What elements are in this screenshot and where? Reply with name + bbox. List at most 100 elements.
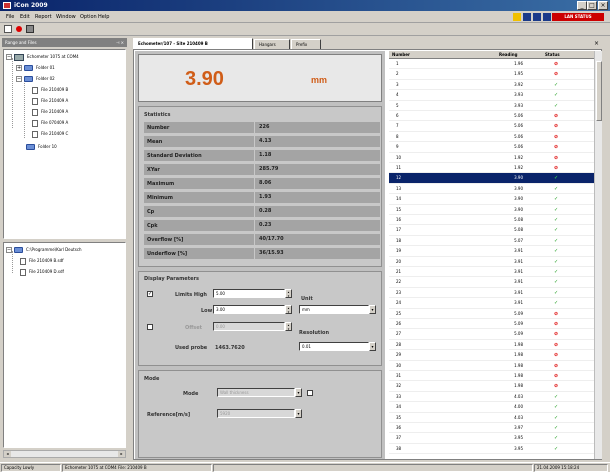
table-row[interactable]: 22 3.91 ✓ [389,277,594,288]
table-row[interactable]: 3 3.92 ✓ [389,80,594,91]
pin-icon[interactable]: ⊣ × [116,38,124,47]
close-tab-icon[interactable]: × [594,40,599,47]
table-row[interactable]: 34 4.00 ✓ [389,402,594,413]
table-row[interactable]: 18 5.07 ✓ [389,236,594,247]
resolution-select[interactable]: 0.01 [299,342,369,351]
tab-echometer[interactable]: Echometer/107 - Site 210409 B [133,38,253,49]
table-row[interactable]: 4 3.93 ✓ [389,90,594,101]
table-row[interactable]: 20 3.91 ✓ [389,257,594,267]
reference-dropdown-icon[interactable]: ▾ [295,409,302,418]
mode-dropdown-icon[interactable]: ▾ [295,388,302,397]
col-number[interactable]: Number [392,52,410,57]
new-icon[interactable] [4,25,12,33]
table-row[interactable]: 16 5.08 ✓ [389,215,594,226]
limits-high-input[interactable]: 5.00 [213,289,285,298]
tree-file[interactable]: File 210409 C [32,129,68,138]
row-number: 5 [396,102,399,108]
unit-dropdown-icon[interactable]: ▾ [369,305,376,314]
mode-heading: Mode [144,376,160,382]
minimize-button[interactable]: _ [577,1,587,10]
table-row[interactable]: 7 5.06 ⊘ [389,121,594,132]
tree-file[interactable]: File 210409 B [32,85,68,94]
scroll-left-icon[interactable]: ◂ [4,451,11,457]
tree-file[interactable]: File 210409 A [32,107,68,116]
table-row[interactable]: 21 3.91 ✓ [389,267,594,278]
menu-help[interactable]: Help [98,14,109,20]
horizontal-scrollbar[interactable]: ◂ ▸ [3,450,126,458]
tree-file[interactable]: File 210409 D.sdf [20,267,64,276]
resolution-dropdown-icon[interactable]: ▾ [369,342,376,351]
tree-folder-10[interactable]: Folder 10 [26,142,57,151]
table-row[interactable]: 38 3.95 ✓ [389,444,594,455]
tab-hangars[interactable]: Hangars [254,39,290,49]
low-input[interactable]: 3.00 [213,305,285,314]
tree-file[interactable]: File 210409 A [32,96,68,105]
tab-prefix[interactable]: Prefix [291,39,321,49]
menu-window[interactable]: Window [56,14,76,20]
table-row[interactable]: 32 1.98 ⊘ [389,381,594,392]
table-row[interactable]: 13 3.90 ✓ [389,184,594,195]
menu-report[interactable]: Report [35,14,52,20]
table-row[interactable]: 35 4.03 ✓ [389,413,594,423]
col-status[interactable]: Status [545,52,560,57]
scroll-right-icon[interactable]: ▸ [118,451,125,457]
stop-icon[interactable] [16,26,22,32]
tree-folder-01[interactable]: + Folder 01 [16,63,55,72]
tree-file[interactable]: File 070409 A [32,118,68,127]
table-row[interactable]: 8 5.06 ⊘ [389,132,594,143]
table-row[interactable]: 11 1.92 ⊘ [389,163,594,174]
row-number: 31 [396,373,402,378]
scroll-thumb[interactable] [596,61,602,121]
unit-select[interactable]: mm [299,305,369,314]
menu-option[interactable]: Option [80,14,97,20]
limits-checkbox[interactable]: ✓ [147,291,153,297]
limits-high-spinner[interactable]: ▴ ▾ [285,289,292,298]
menu-edit[interactable]: Edit [20,14,30,20]
table-row[interactable]: 36 3.97 ✓ [389,423,594,434]
status-datetime: 21.04.2009 15:18:24 [534,464,608,472]
maximize-button[interactable]: □ [587,1,597,10]
mode-option-checkbox[interactable] [307,390,313,396]
offset-spinner[interactable]: ▴ ▾ [285,322,292,331]
close-window-button[interactable]: × [598,1,608,10]
offset-checkbox[interactable] [147,324,153,330]
table-row[interactable]: 10 1.92 ⊘ [389,153,594,163]
row-number: 3 [396,81,399,87]
mode-select[interactable]: Wall thickness [217,388,295,397]
table-row[interactable]: 24 3.91 ✓ [389,298,594,309]
table-row[interactable]: 14 3.90 ✓ [389,194,594,205]
table-row[interactable]: 28 1.98 ⊘ [389,340,594,351]
tree-root-device[interactable]: − Echometer 1075 at COM4 [6,52,79,61]
vertical-scrollbar[interactable] [594,51,602,459]
table-row[interactable]: 33 4.03 ✓ [389,392,594,403]
low-spinner[interactable]: ▴ ▾ [285,305,292,314]
offset-input[interactable]: 0.00 [213,322,285,331]
check-icon: ✓ [554,196,559,203]
table-row[interactable]: 12 3.90 ✓ [389,173,594,184]
table-row[interactable]: 37 3.95 ✓ [389,433,594,444]
tree-folder-02[interactable]: − Folder 02 [16,74,55,83]
print-icon[interactable] [26,25,34,33]
col-reading[interactable]: Reading [499,52,517,57]
table-row[interactable]: 29 1.98 ⊘ [389,350,594,361]
table-row[interactable]: 19 3.91 ✓ [389,246,594,257]
table-row[interactable]: 27 5.09 ⊘ [389,329,594,340]
tree-file[interactable]: File 210409 B.sdf [20,256,64,265]
table-row[interactable]: 30 1.98 ⊘ [389,361,594,371]
table-row[interactable]: 31 1.98 ⊘ [389,371,594,382]
table-row[interactable]: 2 1.95 ⊘ [389,69,594,80]
table-row[interactable]: 6 5.06 ⊘ [389,111,594,122]
tree-root-local[interactable]: − C:\Programme\Karl Deutsch [6,245,82,254]
table-row[interactable]: 23 3.91 ✓ [389,288,594,299]
menu-file[interactable]: File [6,14,14,20]
lan-status-badge: LAN STATUS [552,13,604,21]
table-row[interactable]: 15 3.90 ✓ [389,205,594,215]
reference-select[interactable]: 5920 [217,409,295,418]
table-row[interactable]: 1 1.96 ⊘ [389,59,594,70]
table-row[interactable]: 17 5.08 ✓ [389,225,594,236]
table-row[interactable]: 25 5.09 ⊘ [389,309,594,319]
table-row[interactable]: 9 5.06 ⊘ [389,142,594,153]
table-row[interactable]: 5 3.93 ✓ [389,101,594,111]
row-reading: 3.97 [514,425,523,430]
table-row[interactable]: 26 5.09 ⊘ [389,319,594,330]
